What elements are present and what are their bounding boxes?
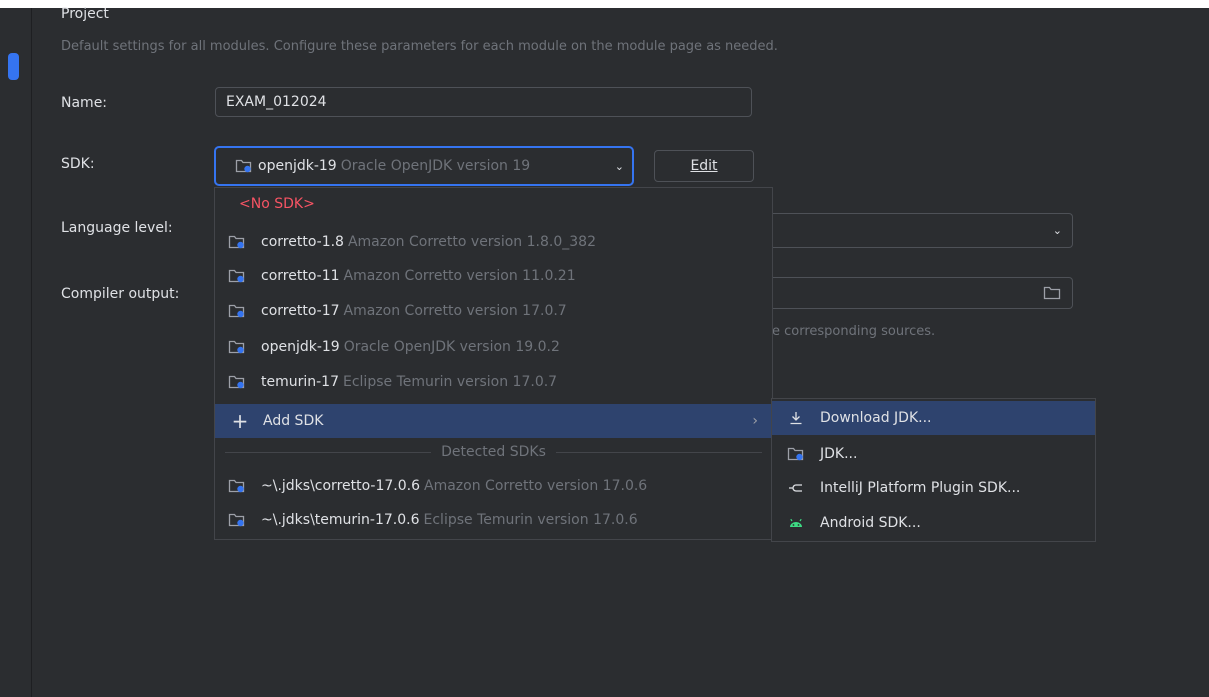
- separator-line: [225, 451, 432, 453]
- sdk-option-desc: Amazon Corretto version 1.8.0_382: [347, 234, 596, 250]
- sdk-folder-icon: [227, 337, 247, 357]
- no-sdk-option[interactable]: <No SDK>: [239, 196, 315, 212]
- compiler-output-label: Compiler output:: [61, 286, 180, 302]
- sdk-option-corretto-11[interactable]: corretto-11 Amazon Corretto version 11.0…: [215, 259, 772, 293]
- intellij-plugin-sdk-menu-item[interactable]: IntelliJ Platform Plugin SDK...: [772, 471, 1095, 505]
- sdk-selected-name: openjdk-19: [258, 158, 337, 174]
- android-sdk-menu-item[interactable]: Android SDK...: [772, 506, 1095, 540]
- add-sdk-menu-item[interactable]: + Add SDK ›: [215, 404, 772, 438]
- chevron-right-icon: ›: [752, 413, 758, 429]
- jdk-label: JDK...: [820, 446, 858, 462]
- detected-sdk-temurin[interactable]: ~\.jdks\temurin-17.0.6 Eclipse Temurin v…: [215, 503, 772, 537]
- sdk-folder-icon: [234, 156, 254, 176]
- language-level-label: Language level:: [61, 220, 173, 236]
- download-jdk-menu-item[interactable]: Download JDK...: [772, 401, 1095, 435]
- sdk-option-name: ~\.jdks\corretto-17.0.6: [261, 478, 421, 494]
- plus-icon: +: [231, 409, 249, 433]
- edit-button-label: Edit: [690, 158, 718, 174]
- sdk-option-name: corretto-17: [261, 303, 340, 319]
- sdk-option-desc: Amazon Corretto version 17.0.7: [343, 303, 567, 319]
- sidebar-selection-indicator: [8, 53, 19, 80]
- sdk-folder-icon: [227, 301, 247, 321]
- add-sdk-label: Add SDK: [263, 413, 324, 429]
- sdk-option-corretto-17[interactable]: corretto-17 Amazon Corretto version 17.0…: [215, 294, 772, 328]
- compiler-output-field[interactable]: [772, 277, 1073, 309]
- name-label: Name:: [61, 95, 108, 111]
- chevron-down-icon: ⌄: [1052, 224, 1062, 237]
- android-sdk-label: Android SDK...: [820, 515, 921, 531]
- plugin-icon: [786, 478, 806, 498]
- detected-sdks-separator: Detected SDKs: [215, 440, 772, 464]
- sdk-option-corretto-1-8[interactable]: corretto-1.8 Amazon Corretto version 1.8…: [215, 225, 772, 259]
- sdk-option-name: ~\.jdks\temurin-17.0.6: [261, 512, 420, 528]
- separator-line: [555, 451, 762, 453]
- sdk-label: SDK:: [61, 156, 95, 172]
- sdk-folder-icon: [227, 232, 247, 252]
- sdk-folder-icon: [227, 372, 247, 392]
- section-description: Default settings for all modules. Config…: [61, 39, 778, 54]
- language-level-combobox[interactable]: ⌄: [772, 213, 1073, 248]
- sdk-option-desc: Amazon Corretto version 11.0.21: [343, 268, 576, 284]
- android-icon: [786, 513, 806, 533]
- sdk-option-name: corretto-1.8: [261, 234, 344, 250]
- section-title: Project: [61, 6, 109, 22]
- sdk-combobox[interactable]: openjdk-19 Oracle OpenJDK version 19 ⌄: [214, 146, 634, 186]
- sdk-option-desc: Eclipse Temurin version 17.0.7: [343, 374, 558, 390]
- sdk-dropdown-popup: <No SDK> corretto-1.8 Amazon Corretto ve…: [214, 187, 773, 540]
- settings-sidebar: [0, 8, 32, 697]
- sdk-option-name: openjdk-19: [261, 339, 340, 355]
- sdk-option-name: temurin-17: [261, 374, 339, 390]
- window-top-edge: [0, 0, 1209, 8]
- sdk-option-name: corretto-11: [261, 268, 340, 284]
- sdk-folder-icon: [227, 510, 247, 530]
- sdk-folder-icon: [227, 266, 247, 286]
- download-icon: [786, 408, 806, 428]
- sdk-option-desc: Eclipse Temurin version 17.0.6: [423, 512, 638, 528]
- compiler-output-hint: e corresponding sources.: [772, 324, 936, 339]
- intellij-plugin-sdk-label: IntelliJ Platform Plugin SDK...: [820, 480, 1021, 496]
- sdk-option-temurin-17[interactable]: temurin-17 Eclipse Temurin version 17.0.…: [215, 365, 772, 399]
- download-jdk-label: Download JDK...: [820, 410, 932, 426]
- folder-browse-icon[interactable]: [1042, 283, 1062, 303]
- detected-sdk-corretto[interactable]: ~\.jdks\corretto-17.0.6 Amazon Corretto …: [215, 469, 772, 503]
- sdk-option-desc: Oracle OpenJDK version 19.0.2: [343, 339, 560, 355]
- project-name-field[interactable]: EXAM_012024: [215, 87, 752, 117]
- edit-sdk-button[interactable]: Edit: [654, 150, 754, 182]
- sdk-option-openjdk-19[interactable]: openjdk-19 Oracle OpenJDK version 19.0.2: [215, 330, 772, 364]
- sdk-option-desc: Amazon Corretto version 17.0.6: [424, 478, 648, 494]
- jdk-menu-item[interactable]: JDK...: [772, 437, 1095, 471]
- sdk-folder-icon: [227, 476, 247, 496]
- detected-sdks-header: Detected SDKs: [441, 444, 546, 460]
- add-sdk-submenu: Download JDK... JDK... IntelliJ Platform…: [771, 398, 1096, 542]
- chevron-down-icon: ⌄: [614, 159, 624, 173]
- sdk-selected-desc: Oracle OpenJDK version 19: [340, 158, 531, 174]
- sdk-folder-icon: [786, 444, 806, 464]
